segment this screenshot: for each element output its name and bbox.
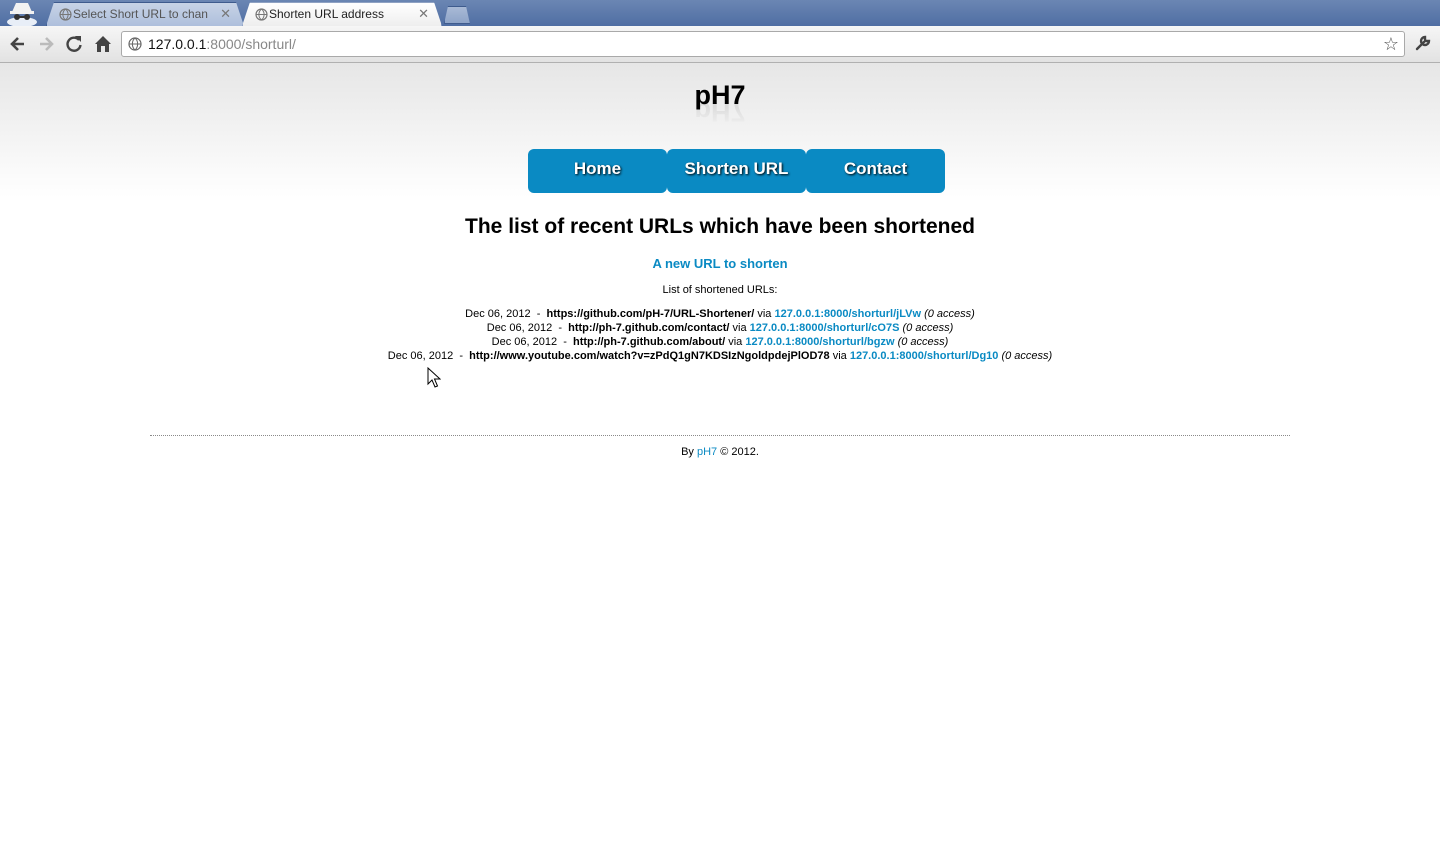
tab-shorten-url[interactable]: Shorten URL address ✕	[242, 2, 442, 26]
new-tab-button[interactable]	[444, 6, 470, 24]
browser-toolbar: 127.0.0.1:8000/shorturl/ ☆	[0, 26, 1440, 63]
page-title: The list of recent URLs which have been …	[465, 215, 975, 238]
new-url-container: A new URL to shorten	[0, 256, 1440, 271]
globe-icon	[255, 8, 268, 21]
tab-title: Select Short URL to chan	[73, 7, 208, 21]
main-nav: Home Shorten URL Contact	[528, 149, 948, 193]
shortened-url-list: Dec 06, 2012 - https://github.com/pH-7/U…	[0, 307, 1440, 363]
row-via: via	[757, 308, 772, 320]
row-separator: -	[558, 322, 562, 334]
row-via: via	[732, 322, 747, 334]
row-original-url: http://www.youtube.com/watch?v=zPdQ1gN7K…	[469, 350, 830, 362]
nav-contact-button[interactable]: Contact	[806, 149, 945, 193]
wrench-icon[interactable]	[1414, 34, 1432, 52]
row-access-count: (0 access)	[924, 308, 975, 320]
row-separator: -	[459, 350, 464, 362]
footer-by: By	[681, 446, 694, 458]
list-item: Dec 06, 2012 - http://ph-7.github.com/ab…	[0, 335, 1440, 349]
row-short-url-link[interactable]: 127.0.0.1:8000/shorturl/cO7S	[750, 322, 900, 334]
row-original-url: http://ph-7.github.com/about/	[573, 336, 726, 348]
footer-copyright: © 2012.	[720, 446, 759, 458]
page-viewport: pH7 pH7 Home Shorten URL Contact The lis…	[0, 63, 1440, 845]
row-date: Dec 06, 2012	[465, 308, 531, 320]
row-short-url-link[interactable]: 127.0.0.1:8000/shorturl/bgzw	[745, 336, 894, 348]
close-icon[interactable]: ✕	[418, 3, 429, 25]
back-arrow-icon[interactable]	[8, 34, 28, 54]
new-url-link[interactable]: A new URL to shorten	[652, 256, 787, 271]
row-original-url: http://ph-7.github.com/contact/	[568, 322, 730, 334]
row-access-count: (0 access)	[897, 336, 949, 348]
incognito-icon	[7, 3, 37, 26]
forward-arrow-icon[interactable]	[36, 34, 56, 54]
site-header: pH7 pH7 Home Shorten URL Contact	[0, 63, 1440, 198]
tab-title: Shorten URL address	[269, 7, 384, 21]
row-access-count: (0 access)	[1001, 350, 1053, 362]
globe-icon	[128, 37, 142, 51]
star-icon[interactable]: ☆	[1383, 33, 1399, 55]
nav-home-button[interactable]: Home	[528, 149, 667, 193]
list-item: Dec 06, 2012 - http://www.youtube.com/wa…	[0, 349, 1440, 363]
footer: By pH7 © 2012.	[0, 446, 1440, 458]
row-separator: -	[563, 336, 567, 348]
reload-icon[interactable]	[64, 34, 84, 54]
footer-divider	[150, 435, 1290, 436]
row-access-count: (0 access)	[902, 322, 954, 334]
url-path: :8000/shorturl/	[206, 36, 296, 52]
nav-shorten-url-button[interactable]: Shorten URL	[667, 149, 806, 193]
row-date: Dec 06, 2012	[387, 350, 454, 362]
row-date: Dec 06, 2012	[486, 322, 553, 334]
row-via: via	[728, 336, 743, 348]
browser-tabstrip: Select Short URL to chan ✕ Shorten URL a…	[0, 0, 1440, 26]
url-text: 127.0.0.1:8000/shorturl/	[148, 32, 296, 56]
url-host: 127.0.0.1	[148, 36, 207, 52]
footer-author-link[interactable]: pH7	[697, 446, 717, 458]
list-label: List of shortened URLs:	[662, 284, 778, 296]
close-icon[interactable]: ✕	[220, 3, 231, 25]
row-original-url: https://github.com/pH-7/URL-Shortener/	[546, 308, 755, 320]
row-date: Dec 06, 2012	[491, 336, 558, 348]
address-bar[interactable]: 127.0.0.1:8000/shorturl/ ☆	[121, 31, 1405, 57]
globe-icon	[59, 8, 72, 21]
site-logo[interactable]: pH7	[0, 80, 1440, 111]
mouse-cursor-icon	[427, 367, 441, 388]
list-item: Dec 06, 2012 - http://ph-7.github.com/co…	[0, 321, 1440, 335]
row-short-url-link[interactable]: 127.0.0.1:8000/shorturl/Dg10	[850, 350, 999, 362]
tab-select-short-url[interactable]: Select Short URL to chan ✕	[46, 2, 244, 26]
row-separator: -	[536, 308, 541, 320]
list-item: Dec 06, 2012 - https://github.com/pH-7/U…	[0, 307, 1440, 321]
home-icon[interactable]	[93, 34, 113, 54]
row-via: via	[832, 350, 847, 362]
row-short-url-link[interactable]: 127.0.0.1:8000/shorturl/jLVw	[774, 308, 921, 320]
